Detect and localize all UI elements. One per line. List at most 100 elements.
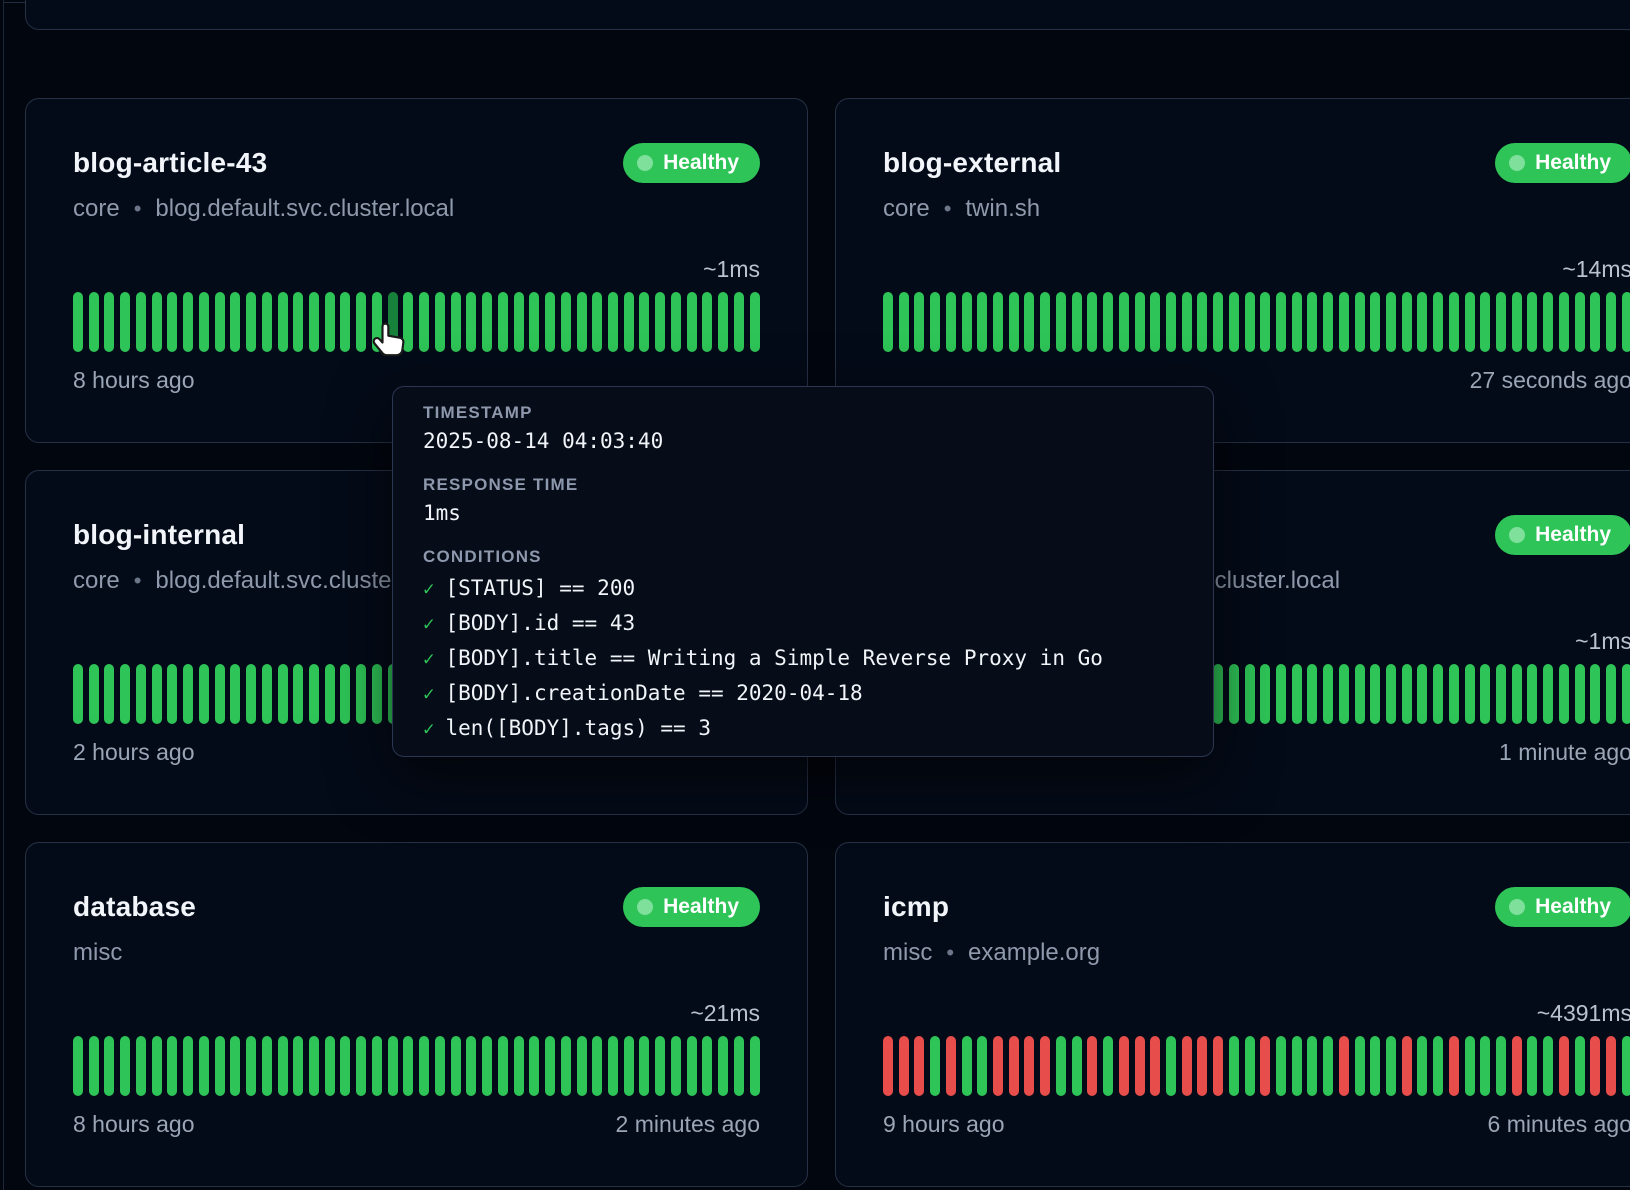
uptime-bar[interactable] — [883, 1036, 893, 1096]
uptime-bar[interactable] — [977, 1036, 987, 1096]
uptime-bar[interactable] — [246, 292, 256, 352]
uptime-bar[interactable] — [435, 1036, 445, 1096]
uptime-bar[interactable] — [230, 292, 240, 352]
uptime-bar[interactable] — [340, 664, 350, 724]
uptime-bar[interactable] — [372, 664, 382, 724]
uptime-bar[interactable] — [1465, 664, 1475, 724]
uptime-bar[interactable] — [199, 664, 209, 724]
uptime-bar[interactable] — [435, 292, 445, 352]
uptime-bar[interactable] — [167, 664, 177, 724]
uptime-bar[interactable] — [309, 1036, 319, 1096]
uptime-bar[interactable] — [1339, 1036, 1349, 1096]
uptime-bar[interactable] — [1135, 292, 1145, 352]
uptime-bar[interactable] — [1480, 1036, 1490, 1096]
uptime-bar[interactable] — [930, 292, 940, 352]
uptime-bar[interactable] — [1543, 664, 1553, 724]
uptime-bar[interactable] — [1449, 292, 1459, 352]
uptime-bar[interactable] — [514, 1036, 524, 1096]
uptime-bar[interactable] — [577, 292, 587, 352]
uptime-bar[interactable] — [1166, 292, 1176, 352]
uptime-bar[interactable] — [1386, 664, 1396, 724]
uptime-bar[interactable] — [309, 292, 319, 352]
uptime-bar[interactable] — [1307, 1036, 1317, 1096]
uptime-bar[interactable] — [1292, 1036, 1302, 1096]
uptime-bar[interactable] — [215, 292, 225, 352]
uptime-bar[interactable] — [1575, 292, 1585, 352]
uptime-bar[interactable] — [1433, 292, 1443, 352]
uptime-bar[interactable] — [1465, 1036, 1475, 1096]
uptime-bar[interactable] — [1229, 664, 1239, 724]
uptime-bar[interactable] — [120, 292, 130, 352]
uptime-bar[interactable] — [1213, 664, 1223, 724]
uptime-bar[interactable] — [1622, 292, 1630, 352]
uptime-bar[interactable] — [1087, 292, 1097, 352]
uptime-bar[interactable] — [1433, 664, 1443, 724]
uptime-bar[interactable] — [1103, 1036, 1113, 1096]
uptime-bar[interactable] — [1527, 664, 1537, 724]
uptime-bar[interactable] — [293, 664, 303, 724]
uptime-bar[interactable] — [718, 1036, 728, 1096]
uptime-bar[interactable] — [1056, 1036, 1066, 1096]
uptime-bar[interactable] — [545, 292, 555, 352]
uptime-bar[interactable] — [1292, 292, 1302, 352]
uptime-bar[interactable] — [482, 292, 492, 352]
uptime-bar[interactable] — [1512, 664, 1522, 724]
uptime-bar[interactable] — [136, 1036, 146, 1096]
uptime-bar[interactable] — [914, 292, 924, 352]
uptime-bar[interactable] — [899, 1036, 909, 1096]
uptime-bar[interactable] — [262, 1036, 272, 1096]
uptime-bar[interactable] — [73, 1036, 83, 1096]
uptime-bar[interactable] — [993, 292, 1003, 352]
uptime-bar[interactable] — [1606, 664, 1616, 724]
uptime-bar[interactable] — [104, 664, 114, 724]
uptime-bar[interactable] — [1103, 292, 1113, 352]
uptime-bar[interactable] — [1590, 664, 1600, 724]
uptime-bar[interactable] — [1590, 1036, 1600, 1096]
uptime-bar[interactable] — [1009, 1036, 1019, 1096]
uptime-bar[interactable] — [262, 664, 272, 724]
uptime-bar[interactable] — [278, 1036, 288, 1096]
uptime-bar[interactable] — [104, 292, 114, 352]
uptime-bar[interactable] — [734, 1036, 744, 1096]
uptime-bar[interactable] — [73, 292, 83, 352]
uptime-bar[interactable] — [167, 292, 177, 352]
uptime-bar[interactable] — [1480, 292, 1490, 352]
uptime-bar[interactable] — [1182, 1036, 1192, 1096]
uptime-bar[interactable] — [372, 1036, 382, 1096]
uptime-bar[interactable] — [498, 1036, 508, 1096]
uptime-bar[interactable] — [1496, 664, 1506, 724]
uptime-bar[interactable] — [293, 292, 303, 352]
uptime-bar[interactable] — [1166, 1036, 1176, 1096]
uptime-bar[interactable] — [1606, 1036, 1616, 1096]
uptime-bar[interactable] — [577, 1036, 587, 1096]
uptime-bar[interactable] — [671, 292, 681, 352]
uptime-bar[interactable] — [1260, 664, 1270, 724]
uptime-bar[interactable] — [993, 1036, 1003, 1096]
uptime-bar[interactable] — [1575, 1036, 1585, 1096]
uptime-bar[interactable] — [152, 1036, 162, 1096]
uptime-bar[interactable] — [1307, 292, 1317, 352]
uptime-bar[interactable] — [561, 1036, 571, 1096]
uptime-bar[interactable] — [451, 292, 461, 352]
uptime-bar[interactable] — [466, 292, 476, 352]
uptime-bar[interactable] — [1150, 1036, 1160, 1096]
uptime-bar[interactable] — [639, 292, 649, 352]
uptime-bar[interactable] — [120, 1036, 130, 1096]
uptime-bar[interactable] — [325, 292, 335, 352]
uptime-bar[interactable] — [403, 292, 413, 352]
uptime-bar[interactable] — [1433, 1036, 1443, 1096]
uptime-bar[interactable] — [1559, 1036, 1569, 1096]
uptime-bar[interactable] — [687, 1036, 697, 1096]
uptime-bar[interactable] — [1417, 292, 1427, 352]
uptime-bar[interactable] — [624, 292, 634, 352]
uptime-bar[interactable] — [167, 1036, 177, 1096]
uptime-bar[interactable] — [734, 292, 744, 352]
uptime-bars[interactable] — [73, 1036, 760, 1096]
uptime-bar[interactable] — [1465, 292, 1475, 352]
uptime-bar[interactable] — [1386, 292, 1396, 352]
uptime-bar[interactable] — [1245, 1036, 1255, 1096]
uptime-bar[interactable] — [1072, 292, 1082, 352]
uptime-bar[interactable] — [1355, 292, 1365, 352]
uptime-bar[interactable] — [136, 292, 146, 352]
uptime-bar[interactable] — [1307, 664, 1317, 724]
